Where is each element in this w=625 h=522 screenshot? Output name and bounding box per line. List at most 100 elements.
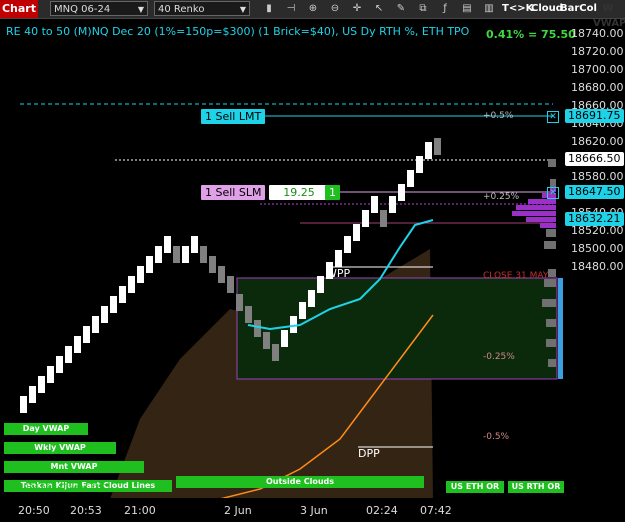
wkly-vwap-toggle[interactable]: Wkly VWAP [4, 442, 116, 454]
minus-quarter-pct-label: -0.25% [483, 352, 515, 362]
up-brick [416, 156, 423, 173]
volume-profile-bar [540, 223, 556, 228]
up-brick [146, 256, 153, 273]
us-rth-or-toggle[interactable]: US RTH OR [508, 481, 564, 493]
up-brick [353, 224, 360, 241]
cloud-toggle-button[interactable]: Cloud [529, 1, 563, 16]
price-axis-label: 18580.00 [571, 170, 624, 184]
up-brick [191, 236, 198, 253]
minus-half-pct-label: -0.5% [483, 432, 510, 442]
sell-slm-order-label[interactable]: 1 Sell SLM [201, 185, 266, 200]
down-brick [434, 138, 441, 155]
close-order-icon[interactable]: ✕ [547, 111, 559, 123]
wvwap-toggle-button[interactable]: W VWAP [591, 1, 625, 29]
us-eth-or-toggle[interactable]: US ETH OR [446, 481, 504, 493]
up-brick [407, 170, 414, 187]
volume-profile-bar [548, 269, 556, 277]
copyright-text: © 2024 NinjaTrader, LLC [8, 483, 107, 492]
plus-quarter-pct-label: +0.25% [483, 192, 520, 202]
down-brick [245, 306, 252, 323]
up-brick [389, 196, 396, 213]
up-brick [128, 276, 135, 293]
up-brick [92, 316, 99, 333]
up-brick [83, 326, 90, 343]
price-axis[interactable]: 18740.00 18720.00 18700.00 18680.00 18660.00… [563, 19, 625, 498]
down-brick [254, 320, 261, 337]
up-brick [65, 346, 72, 363]
up-brick [155, 246, 162, 263]
up-brick [362, 210, 369, 227]
tk-toggle-button[interactable]: T<>K [500, 1, 533, 16]
outside-clouds-toggle[interactable]: Outside Clouds [176, 476, 424, 488]
instrument-select[interactable]: MNQ 06-24 ▼ [50, 1, 148, 16]
close-order-icon[interactable]: ✕ [547, 187, 559, 199]
up-brick [38, 376, 45, 393]
volume-profile-bar [548, 159, 556, 167]
time-axis-label: 3 Jun [300, 504, 328, 517]
down-brick [227, 276, 234, 293]
volume-profile-bar [542, 299, 556, 307]
up-brick [101, 306, 108, 323]
price-axis-label: 18620.00 [571, 134, 624, 148]
up-brick [317, 276, 324, 293]
price-tag-other: 18632.21 [565, 212, 624, 226]
crosshair-icon[interactable]: ✛ [350, 1, 364, 16]
draw-lines-icon[interactable]: ⊣ [284, 1, 298, 16]
time-axis[interactable]: 20:50 20:53 21:00 2 Jun 3 Jun 02:24 07:42 [0, 498, 625, 522]
up-brick [20, 396, 27, 413]
day-vwap-toggle[interactable]: Day VWAP [4, 423, 88, 435]
bar-type-select[interactable]: 40 Renko ▼ [154, 1, 250, 16]
down-brick [173, 246, 180, 263]
volume-profile-bar [516, 205, 556, 210]
up-brick [425, 142, 432, 159]
properties-icon[interactable]: ▤ [460, 1, 474, 16]
barcol-toggle-button[interactable]: BarCol [558, 1, 597, 16]
up-brick [29, 386, 36, 403]
down-brick [218, 266, 225, 283]
volume-profile-bar [512, 211, 556, 216]
up-brick [74, 336, 81, 353]
volume-profile-bar [546, 229, 556, 237]
up-brick [344, 236, 351, 253]
price-axis-label: 18500.00 [571, 242, 624, 256]
up-brick [371, 196, 378, 213]
chart-trader-icon[interactable]: ▥ [482, 1, 496, 16]
up-brick [137, 266, 144, 283]
slm-qty-box[interactable]: 1 [325, 185, 340, 200]
bar-chart-icon[interactable]: ▮ [262, 1, 276, 16]
price-axis-label: 18680.00 [571, 80, 624, 94]
down-brick [236, 294, 243, 311]
price-axis-label: 18480.00 [571, 259, 624, 273]
indicator-icon[interactable]: ƒ [438, 1, 452, 16]
up-brick [281, 330, 288, 347]
volume-profile-bar [544, 241, 556, 249]
price-tag-slm: 18647.50 [565, 185, 624, 199]
price-axis-label: 18720.00 [571, 44, 624, 58]
time-axis-label: 2 Jun [224, 504, 252, 517]
pointer-icon[interactable]: ↖ [372, 1, 386, 16]
zoom-out-icon[interactable]: ⊖ [328, 1, 342, 16]
up-brick [182, 246, 189, 263]
zoom-in-icon[interactable]: ⊕ [306, 1, 320, 16]
volume-profile-bar [526, 217, 556, 222]
price-tag-last: 18666.50 [565, 152, 624, 166]
toolbar: Chart MNQ 06-24 ▼ 40 Renko ▼ ▮ ⊣ ⊕ ⊖ ✛ ↖… [0, 0, 625, 29]
time-axis-label: 07:42 [420, 504, 452, 517]
up-brick [47, 366, 54, 383]
dpp-label: DPP [358, 447, 380, 460]
close-31-may-label: CLOSE 31 MAY [483, 271, 549, 281]
sell-lmt-order-label[interactable]: 1 Sell LMT [201, 109, 266, 124]
chevron-down-icon: ▼ [137, 5, 144, 14]
slm-offset-box[interactable]: 19.25 [269, 185, 329, 200]
drawing-tool-icon[interactable]: ✎ [394, 1, 408, 16]
chart-title: RE 40 to 50 (M)NQ Dec 20 (1%=150p=$300) … [6, 25, 470, 38]
strategy-icon[interactable]: ⧉ [416, 1, 430, 16]
down-brick [263, 332, 270, 349]
bar-type-value: 40 Renko [158, 4, 205, 15]
plus-half-pct-label: +0.5% [483, 111, 514, 121]
volume-profile-bar [546, 319, 556, 327]
price-axis-label: 18740.00 [571, 27, 624, 40]
chart-tab-label[interactable]: Chart [0, 0, 38, 18]
down-brick [272, 344, 279, 361]
mnt-vwap-toggle[interactable]: Mnt VWAP [4, 461, 144, 473]
